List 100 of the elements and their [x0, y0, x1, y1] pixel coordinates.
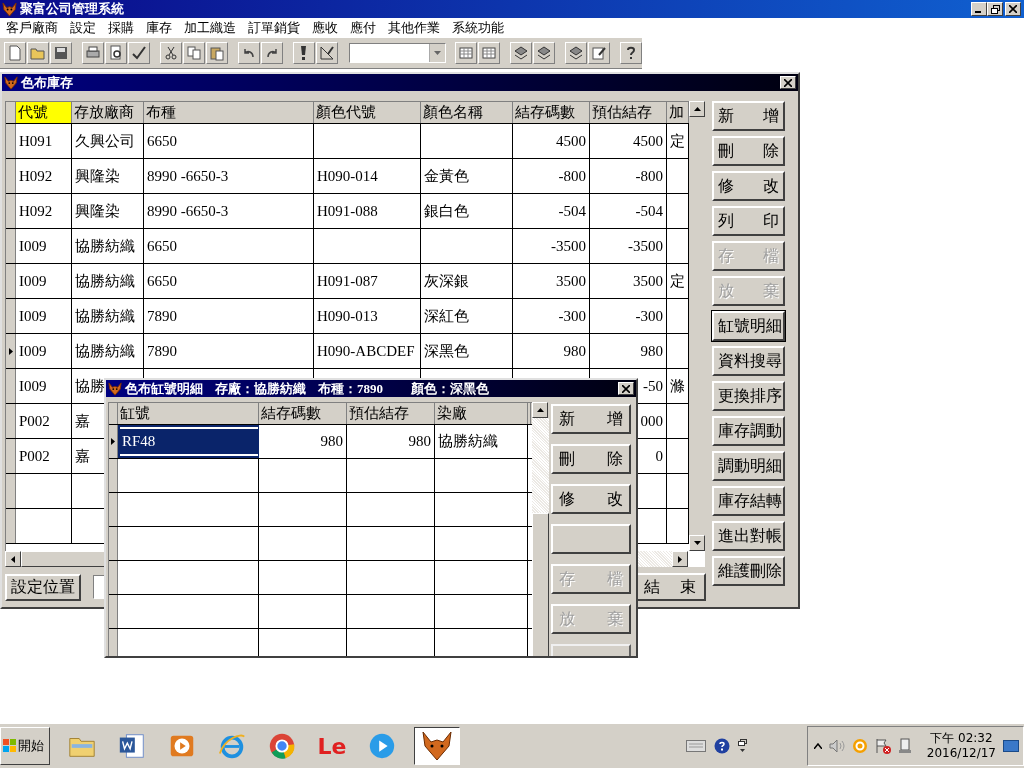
flag-error-icon[interactable] — [874, 738, 891, 754]
side-button[interactable]: 缸號明細 — [712, 311, 785, 341]
side-button[interactable]: 調動明細 — [712, 451, 785, 481]
network-icon[interactable] — [897, 738, 914, 754]
column-header[interactable]: 存放廠商 — [72, 102, 144, 123]
side-button[interactable]: 列 印 — [712, 206, 785, 236]
speaker-icon[interactable] — [828, 739, 845, 753]
table-cell: 3500 — [590, 264, 667, 298]
side-button[interactable]: 維護刪除 — [712, 556, 785, 586]
app-title: 聚富公司管理系統 — [20, 0, 124, 18]
side-button[interactable]: 庫存調動 — [712, 416, 785, 446]
menu-item[interactable]: 加工織造 — [184, 18, 236, 37]
close-button[interactable] — [780, 76, 796, 89]
table-button[interactable] — [455, 42, 478, 64]
restore-small-icon[interactable] — [737, 739, 747, 753]
start-button[interactable]: 開始 — [0, 727, 50, 765]
column-header[interactable]: 預估結存 — [590, 102, 667, 123]
set-position-button[interactable]: 設定位置 — [5, 573, 81, 601]
clock[interactable]: 下午 02:32 2016/12/17 — [926, 731, 996, 761]
print-preview-button[interactable] — [104, 42, 127, 64]
column-header[interactable]: 顏色名稱 — [421, 102, 513, 123]
menu-item[interactable]: 系統功能 — [452, 18, 504, 37]
side-button[interactable]: 修 改 — [712, 171, 785, 201]
printer-button[interactable] — [81, 42, 104, 64]
browser-ball-icon — [267, 731, 297, 761]
menu-item[interactable]: 設定 — [70, 18, 96, 37]
table-cell: 協勝紡織 — [72, 334, 144, 368]
exclamation-button[interactable] — [292, 42, 315, 64]
table-cell: I009 — [16, 229, 72, 263]
table-cell: 7890 — [144, 334, 314, 368]
scroll-up-button[interactable] — [532, 402, 548, 418]
scrollbar-thumb[interactable] — [532, 513, 549, 656]
table-cell: 興隆染 — [72, 194, 144, 228]
menu-item[interactable]: 訂單銷貨 — [248, 18, 300, 37]
dialog-button[interactable]: 新 增 — [551, 404, 631, 434]
row-indicator[interactable] — [109, 425, 118, 458]
vertical-scrollbar[interactable] — [532, 402, 549, 656]
column-header[interactable]: 代號 — [16, 102, 72, 123]
dropdown-button[interactable] — [429, 44, 446, 62]
close-button[interactable] — [618, 382, 634, 395]
chart-grid-button[interactable] — [478, 42, 501, 64]
help-button[interactable] — [620, 42, 643, 64]
vat-number-field[interactable]: RF48 — [118, 425, 259, 458]
table-cell: 7890 — [144, 299, 314, 333]
column-header[interactable]: 預估結存 — [347, 403, 435, 424]
fox-icon — [421, 730, 453, 762]
open-folder-button[interactable] — [26, 42, 49, 64]
stack-arrow-button[interactable] — [533, 42, 556, 64]
toolbar-dropdown[interactable] — [348, 43, 447, 63]
keyboard-icon[interactable] — [685, 740, 706, 752]
scroll-up-button[interactable] — [689, 101, 705, 117]
column-header[interactable]: 布種 — [144, 102, 314, 123]
spellcheck-icon — [130, 45, 147, 61]
save-button[interactable] — [49, 42, 72, 64]
arrow-right-icon — [678, 555, 682, 563]
scroll-left-button[interactable] — [5, 551, 21, 567]
taskbar-app-button[interactable] — [414, 727, 460, 765]
column-header[interactable]: 結存碼數 — [513, 102, 590, 123]
column-header[interactable]: 顏色代號 — [314, 102, 421, 123]
spellcheck-button[interactable] — [127, 42, 150, 64]
menu-item[interactable]: 客戶廠商 — [6, 18, 58, 37]
dialog-button[interactable]: 修 改 — [551, 484, 631, 514]
side-button[interactable]: 庫存結轉 — [712, 486, 785, 516]
side-button[interactable]: 資料搜尋 — [712, 346, 785, 376]
new-document-button[interactable] — [4, 42, 26, 64]
edit-sheet-button[interactable] — [588, 42, 611, 64]
side-button[interactable]: 進出對帳 — [712, 521, 785, 551]
menu-item[interactable]: 採購 — [108, 18, 134, 37]
scroll-right-button[interactable] — [672, 551, 688, 567]
column-header[interactable]: 染廠 — [435, 403, 528, 424]
table-cell: -300 — [590, 299, 667, 333]
scissors-button[interactable] — [159, 42, 182, 64]
vertical-scrollbar[interactable] — [689, 101, 706, 551]
redo-button[interactable] — [260, 42, 283, 64]
table-cell: 980 — [347, 425, 435, 458]
row-indicator[interactable] — [6, 334, 16, 368]
stack-button[interactable] — [510, 42, 533, 64]
undo-button[interactable] — [237, 42, 260, 64]
help-icon[interactable] — [713, 738, 730, 754]
table-cell: -800 — [513, 159, 590, 193]
stack-lines-button[interactable] — [565, 42, 588, 64]
scroll-down-button[interactable] — [689, 535, 705, 551]
column-header[interactable]: 結存碼數 — [259, 403, 347, 424]
paste-button[interactable] — [205, 42, 228, 64]
restore-button[interactable] — [987, 2, 1003, 16]
ruler-pen-button[interactable] — [315, 42, 338, 64]
minimize-button[interactable] — [971, 2, 987, 16]
side-button[interactable]: 刪 除 — [712, 136, 785, 166]
menu-item[interactable]: 應收 — [312, 18, 338, 37]
column-header[interactable]: 缸號 — [118, 403, 259, 424]
dialog-button[interactable]: 刪 除 — [551, 444, 631, 474]
menu-item[interactable]: 庫存 — [146, 18, 172, 37]
chevron-up-icon[interactable] — [813, 743, 822, 749]
side-button[interactable]: 新 增 — [712, 101, 785, 131]
side-button[interactable]: 更換排序 — [712, 381, 785, 411]
close-button[interactable] — [1005, 2, 1021, 16]
menu-item[interactable]: 應付 — [350, 18, 376, 37]
menu-item[interactable]: 其他作業 — [388, 18, 440, 37]
copy-button[interactable] — [182, 42, 205, 64]
table-cell: 8990 -6650-3 — [144, 159, 314, 193]
